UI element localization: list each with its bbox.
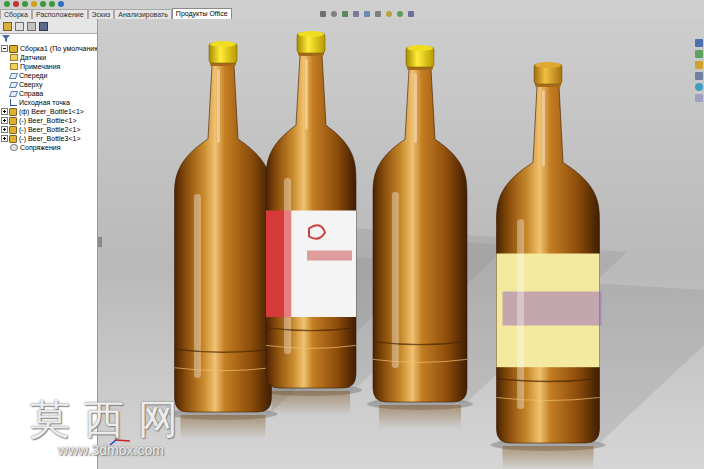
plane-icon (9, 91, 18, 97)
tool-icon[interactable] (49, 1, 55, 7)
part-icon (9, 135, 17, 143)
annotation-icon (10, 63, 18, 70)
expander[interactable] (1, 126, 8, 133)
tab[interactable]: Анализировать (114, 9, 172, 19)
mates-icon (10, 144, 18, 151)
feature-tree: Сборка1 (По умолчанию<СостояДатчикиПриме… (0, 43, 97, 152)
tab[interactable]: Продукты Office (172, 8, 232, 19)
part-icon (9, 126, 17, 134)
configuration-icon[interactable] (27, 22, 36, 31)
bottle[interactable] (266, 31, 356, 388)
panel-tabs (0, 19, 97, 34)
tree-item[interactable]: (ф) Beer_Bottle1<1> (1, 107, 97, 116)
toolbar (0, 0, 704, 8)
bottle[interactable] (373, 45, 467, 402)
tree-item[interactable]: (-) Beer_Bottle2<1> (1, 125, 97, 134)
tree-item[interactable]: Примечания (1, 62, 97, 71)
expander[interactable] (1, 108, 8, 115)
watermark-title: 莫西网 (30, 396, 192, 442)
plane-icon (9, 82, 18, 88)
bottle-scene[interactable] (98, 19, 704, 469)
tab-bar: СборкаРасположениеЭскизАнализироватьПрод… (0, 8, 232, 19)
graphics-area[interactable] (98, 19, 704, 469)
origin-icon (10, 99, 17, 106)
triad-icon (108, 423, 134, 447)
filter-icon[interactable] (2, 35, 10, 42)
tab[interactable]: Сборка (0, 9, 32, 19)
task-pane-tabs (695, 39, 703, 102)
root-icon (9, 45, 18, 53)
feature-manager: Сборка1 (По умолчанию<СостояДатчикиПриме… (0, 19, 98, 469)
tree-item[interactable]: Справа (1, 89, 97, 98)
expander[interactable] (1, 45, 8, 52)
tree-item[interactable]: Спереди (1, 71, 97, 80)
display-style-icon[interactable] (375, 11, 381, 17)
zoom-area-icon[interactable] (331, 11, 337, 17)
tree-item[interactable]: (-) Beer_Bottle<1> (1, 116, 97, 125)
tool-icon[interactable] (13, 1, 19, 7)
property-icon[interactable] (15, 22, 24, 31)
filter-row[interactable] (0, 34, 97, 43)
tree-item[interactable]: Сборка1 (По умолчанию<Состоя (1, 44, 97, 53)
watermark-url: www.3dmox.com (58, 442, 164, 458)
tree-item[interactable]: Исходная точка (1, 98, 97, 107)
appearance-icon[interactable] (386, 11, 392, 17)
tree-item[interactable]: (-) Beer_Bottle3<1> (1, 134, 97, 143)
tool-icon[interactable] (4, 1, 10, 7)
plane-icon (9, 73, 18, 79)
tree-item[interactable]: Сверху (1, 80, 97, 89)
section-icon[interactable] (353, 11, 359, 17)
file-explorer-icon[interactable] (695, 61, 703, 69)
zoom-icon[interactable] (320, 11, 326, 17)
expander[interactable] (1, 135, 8, 142)
custom-properties-icon[interactable] (695, 94, 703, 102)
command-manager: СборкаРасположениеЭскизАнализироватьПрод… (0, 0, 704, 19)
tool-icon[interactable] (40, 1, 46, 7)
tool-icon[interactable] (58, 1, 64, 7)
orientation-icon[interactable] (364, 11, 370, 17)
resources-icon[interactable] (695, 39, 703, 47)
settings-icon[interactable] (408, 11, 414, 17)
feature-tree-icon[interactable] (3, 22, 12, 31)
display-manager-icon[interactable] (39, 22, 48, 31)
part-icon (9, 117, 17, 125)
bottle[interactable] (497, 62, 602, 443)
tool-icon[interactable] (31, 1, 37, 7)
design-library-icon[interactable] (695, 50, 703, 58)
view-toolbar (320, 8, 414, 19)
tab[interactable]: Эскиз (88, 9, 115, 19)
bottle[interactable] (175, 41, 272, 412)
tree-item[interactable]: Сопряжения (1, 143, 97, 152)
part-icon (9, 108, 17, 116)
view-icon[interactable] (342, 11, 348, 17)
folder-icon (10, 54, 18, 61)
expander[interactable] (1, 117, 8, 124)
tool-icon[interactable] (22, 1, 28, 7)
appearances-icon[interactable] (695, 83, 703, 91)
splitter-handle[interactable] (98, 237, 102, 247)
scene-icon[interactable] (397, 11, 403, 17)
tree-item[interactable]: Датчики (1, 53, 97, 62)
watermark: 莫西网www.3dmox.com (30, 396, 192, 458)
search-icon[interactable] (695, 72, 703, 80)
tab[interactable]: Расположение (32, 9, 88, 19)
